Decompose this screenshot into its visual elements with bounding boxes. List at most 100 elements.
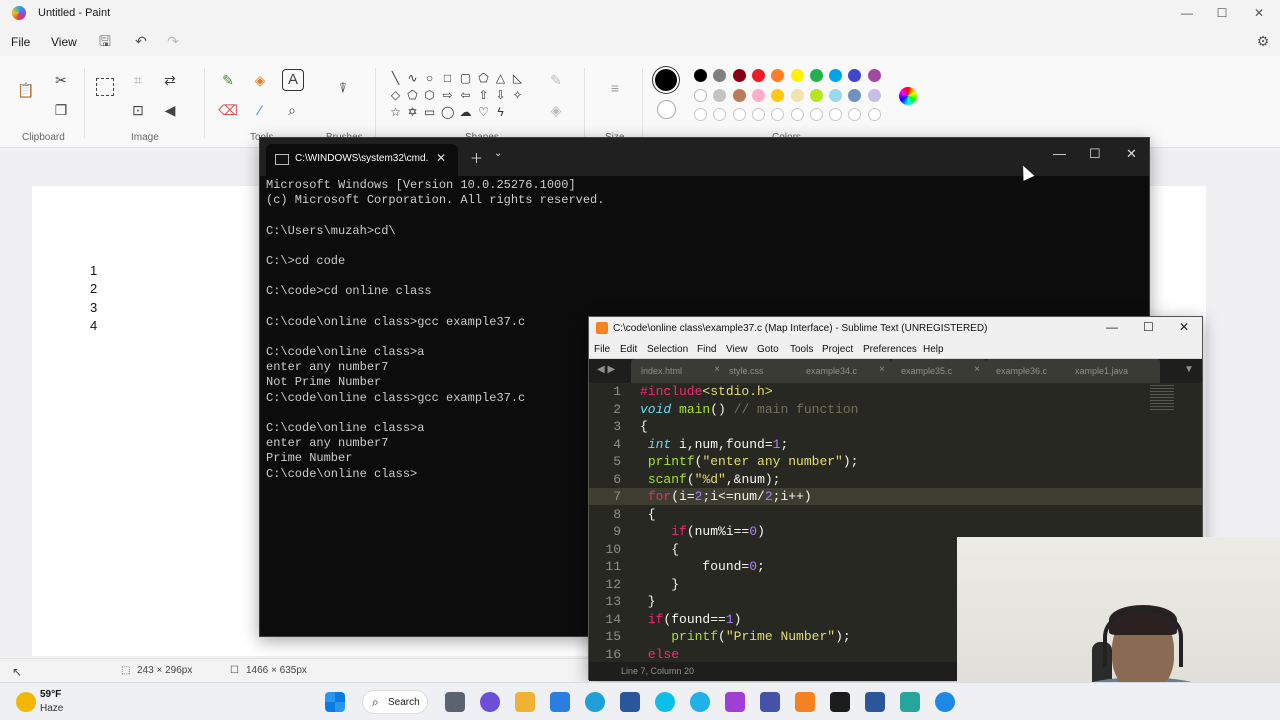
sublime-minimize-button[interactable]: — <box>1106 320 1118 334</box>
left-arrow-shape-icon[interactable]: ⇦ <box>459 89 472 102</box>
edge-icon[interactable] <box>585 692 605 712</box>
color-swatch[interactable] <box>694 69 707 82</box>
sublime-file-tab[interactable]: example35.c × <box>891 359 986 383</box>
menu-file[interactable]: File <box>11 35 30 49</box>
sublime-file-tab[interactable]: example34.c × <box>796 359 891 383</box>
four-point-star-shape-icon[interactable]: ✧ <box>511 89 524 102</box>
resize-icon[interactable]: ⇄ <box>160 70 180 90</box>
curve-shape-icon[interactable]: ∿ <box>406 72 419 85</box>
custom-color-slot[interactable] <box>809 108 823 121</box>
color-swatch[interactable] <box>732 69 746 82</box>
sublime-file-tab[interactable]: index.html × <box>631 359 726 383</box>
color-swatch[interactable] <box>751 69 765 82</box>
shape-fill-icon[interactable]: ◈ <box>546 100 566 120</box>
custom-color-slot[interactable] <box>790 108 804 121</box>
down-arrow-shape-icon[interactable]: ⇩ <box>494 89 507 102</box>
sublime-menu-item[interactable]: Find <box>697 344 716 355</box>
rectangle-shape-icon[interactable]: □ <box>441 72 454 85</box>
weather-description[interactable]: Haze <box>40 703 63 714</box>
crop-icon[interactable]: ⌗ <box>128 70 148 90</box>
terminal-maximize-button[interactable]: ☐ <box>1089 146 1101 162</box>
task-view-icon[interactable] <box>445 692 465 712</box>
sublime-menu-item[interactable]: Tools <box>790 344 813 355</box>
diamond-shape-icon[interactable]: ◇ <box>389 89 402 102</box>
custom-color-slot[interactable] <box>732 108 746 121</box>
custom-color-slot[interactable] <box>771 108 785 121</box>
brush-icon[interactable]: ⍒ <box>333 78 353 98</box>
line-shape-icon[interactable]: ╲ <box>389 72 402 85</box>
paste-icon[interactable]: 📋 <box>16 80 36 100</box>
taskbar-search[interactable]: ⌕ Search <box>362 690 428 714</box>
color-swatch[interactable] <box>848 89 862 102</box>
rounded-rectangle-shape-icon[interactable]: ▢ <box>459 72 472 85</box>
cloud-callout-shape-icon[interactable]: ☁ <box>459 106 472 119</box>
primary-color-swatch[interactable] <box>655 69 677 91</box>
color-swatch[interactable] <box>809 89 823 102</box>
minimap[interactable] <box>1150 385 1174 411</box>
cortana-icon[interactable] <box>655 692 675 712</box>
secondary-color-swatch[interactable] <box>657 100 676 119</box>
minimize-button[interactable]: — <box>1178 4 1196 22</box>
polygon-shape-icon[interactable]: ⬠ <box>477 72 490 85</box>
oval-callout-shape-icon[interactable]: ◯ <box>441 106 454 119</box>
magnifier-icon[interactable]: ⌕ <box>282 100 302 120</box>
settings-icon[interactable]: ⚙ <box>1254 32 1272 50</box>
close-tab-icon[interactable]: × <box>879 364 885 375</box>
close-tab-icon[interactable]: × <box>974 364 980 375</box>
file-explorer-icon[interactable] <box>515 692 535 712</box>
color-picker-icon[interactable]: ⁄ <box>250 100 270 120</box>
color-swatch[interactable] <box>848 69 862 82</box>
edit-colors-icon[interactable] <box>899 87 917 105</box>
sublime-menu-item[interactable]: File <box>594 344 610 355</box>
oval-shape-icon[interactable]: ○ <box>423 72 436 85</box>
custom-color-slot[interactable] <box>713 108 727 121</box>
color-swatch[interactable] <box>732 89 746 102</box>
teams-icon[interactable] <box>480 692 500 712</box>
chevron-down-icon[interactable]: ⌄ <box>494 148 502 159</box>
up-arrow-shape-icon[interactable]: ⇧ <box>477 89 490 102</box>
select-icon[interactable] <box>96 78 114 96</box>
weather-sun-icon[interactable] <box>16 692 36 712</box>
lightning-shape-icon[interactable]: ϟ <box>494 106 507 119</box>
cut-icon[interactable]: ✂ <box>51 70 71 90</box>
color-swatch[interactable] <box>790 69 804 82</box>
visual-studio-icon[interactable] <box>760 692 780 712</box>
color-swatch[interactable] <box>751 89 765 102</box>
sublime-menu-item[interactable]: Selection <box>647 344 688 355</box>
sublime-menu-item[interactable]: Preferences <box>863 344 917 355</box>
new-tab-icon[interactable]: ＋ <box>470 148 483 167</box>
pentagon-shape-icon[interactable]: ⬠ <box>406 89 419 102</box>
terminal-taskbar-icon[interactable] <box>830 692 850 712</box>
weather-temperature[interactable]: 59°F <box>40 689 61 700</box>
notepad-icon[interactable] <box>620 692 640 712</box>
size-icon[interactable]: ≡ <box>605 78 625 98</box>
hexagon-shape-icon[interactable]: ⬡ <box>423 89 436 102</box>
tab-list-icon[interactable]: ▼ <box>1184 364 1194 375</box>
copy-icon[interactable]: ❐ <box>51 100 71 120</box>
color-swatch[interactable] <box>694 89 707 102</box>
app-icon-2[interactable] <box>900 692 920 712</box>
right-triangle-shape-icon[interactable]: ◺ <box>511 72 524 85</box>
terminal-minimize-button[interactable]: — <box>1053 146 1066 161</box>
rotate-icon[interactable]: ◀ <box>160 100 180 120</box>
eraser-icon[interactable]: ⌫ <box>218 100 238 120</box>
sublime-close-button[interactable]: ✕ <box>1179 320 1189 334</box>
paint-app-icon[interactable] <box>690 692 710 712</box>
start-button[interactable] <box>325 692 345 712</box>
sublime-menu-item[interactable]: Goto <box>757 344 779 355</box>
close-tab-icon[interactable]: ✕ <box>436 151 446 165</box>
tab-nav-arrows-icon[interactable]: ◀ ▶ <box>597 364 615 375</box>
maximize-button[interactable]: ☐ <box>1213 4 1231 22</box>
color-swatch[interactable] <box>867 89 881 102</box>
terminal-tab[interactable]: C:\WINDOWS\system32\cmd. ✕ <box>266 144 458 176</box>
text-icon[interactable]: A <box>282 69 304 91</box>
heart-shape-icon[interactable]: ♡ <box>477 106 490 119</box>
custom-color-slot[interactable] <box>694 108 707 121</box>
sublime-menu-item[interactable]: Project <box>822 344 853 355</box>
image-select-icon[interactable]: ⊡ <box>128 100 148 120</box>
sublime-menu-item[interactable]: Edit <box>620 344 637 355</box>
six-point-star-shape-icon[interactable]: ✡ <box>406 106 419 119</box>
callout-shape-icon[interactable]: ▭ <box>423 106 436 119</box>
sublime-taskbar-icon[interactable] <box>795 692 815 712</box>
color-swatch[interactable] <box>867 69 881 82</box>
